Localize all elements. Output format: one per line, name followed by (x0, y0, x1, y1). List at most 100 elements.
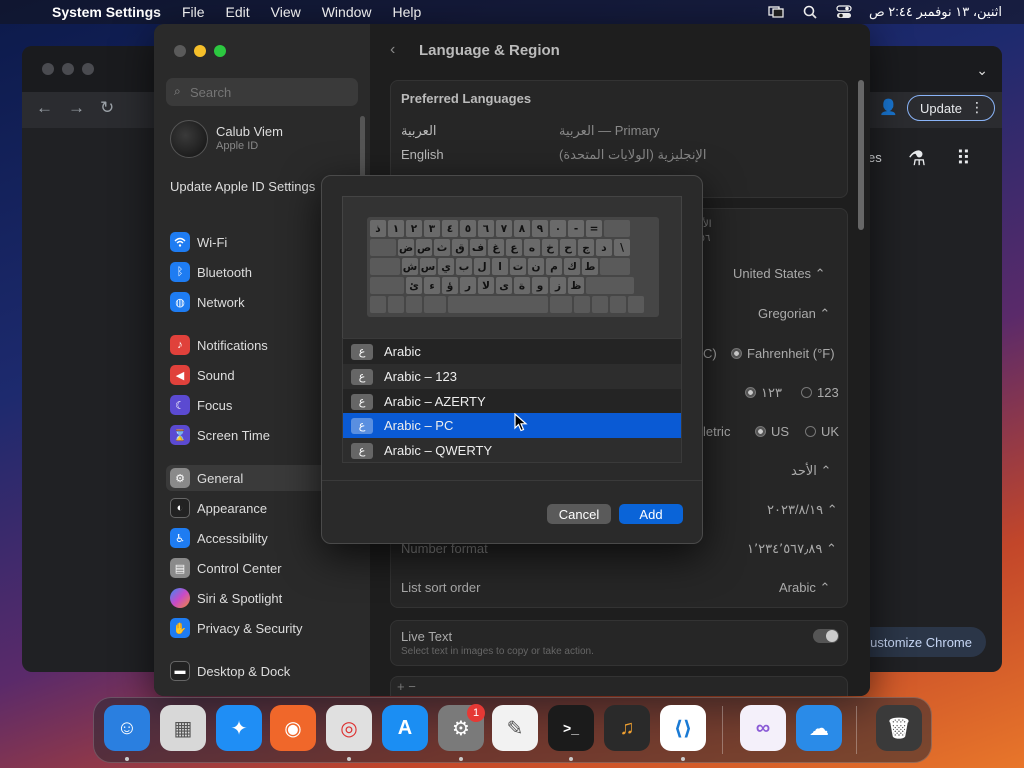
minimize-button[interactable] (194, 45, 206, 57)
list-item[interactable]: ع Arabic (343, 339, 681, 364)
content-scrollbar[interactable] (858, 80, 864, 230)
key: خ (542, 239, 558, 256)
weather-icon: ☁ (809, 717, 829, 740)
menu-view[interactable]: View (271, 4, 301, 20)
keyboard-row: ئ ء ؤ ر لا ى ة و ز ظ (370, 277, 656, 294)
more-options-icon[interactable]: ⋮ (970, 99, 984, 116)
dock: ☺ ▦ ✦ ◉ ◎ A ⚙ ✎ >_ ♫ ⟨⟩ ∞ ☁ 🗑 (93, 697, 932, 763)
add-button[interactable]: Add (619, 504, 683, 524)
sidebar-item-privacy-security[interactable]: ✋ Privacy & Security (166, 615, 358, 641)
control-center-icon[interactable] (835, 5, 853, 19)
notification-badge: 1 (467, 704, 485, 722)
forward-arrow-icon[interactable]: → (68, 98, 85, 118)
language-row[interactable]: العربية العربية — Primary (401, 123, 835, 139)
chrome-update-button[interactable]: Update ⋮ (907, 95, 995, 121)
list-item[interactable]: ع Arabic – AZERTY (343, 389, 681, 414)
fn-key (370, 296, 386, 313)
list-item-selected[interactable]: ع Arabic – PC (343, 413, 681, 438)
menu-clock[interactable]: اثنين، ١٣ نوفمبر ٢:٤٤ ص (869, 4, 1002, 20)
dock-app[interactable]: ▦ (160, 705, 206, 751)
numerals-latin-option[interactable]: 123 (801, 385, 839, 400)
apps-grid-icon[interactable]: ⠿ (956, 146, 971, 171)
close-button[interactable] (174, 45, 186, 57)
language-detail: الإنجليزية (الولايات المتحدة) (559, 147, 707, 162)
dock-app[interactable]: ✦ (216, 705, 262, 751)
numerals-arabic-option[interactable]: ١٢٣ (745, 385, 782, 401)
measurement-metric-option[interactable]: letric (703, 424, 730, 439)
key: ة (514, 277, 530, 294)
reload-icon[interactable]: ↻ (100, 98, 114, 118)
sidebar-item-siri-spotlight[interactable]: Siri & Spotlight (166, 585, 358, 611)
arabic-input-icon: ع (351, 393, 373, 410)
chrome-minimize-button[interactable] (62, 63, 74, 75)
flask-icon[interactable]: ⚗ (908, 146, 926, 171)
dock-app[interactable]: ∞ (740, 705, 786, 751)
input-source-list[interactable]: ع Arabic ع Arabic – 123 ع Arabic – AZERT… (342, 338, 682, 463)
cancel-button[interactable]: Cancel (547, 504, 611, 524)
live-text-label: Live Text (401, 629, 453, 644)
dock-app[interactable]: ☁ (796, 705, 842, 751)
language-row[interactable]: English الإنجليزية (الولايات المتحدة) (401, 147, 835, 162)
first-day-value[interactable]: الأحد ⌃ (791, 463, 831, 479)
search-input[interactable] (166, 78, 358, 106)
menu-file[interactable]: File (182, 4, 205, 20)
dock-app[interactable]: ◎ (326, 705, 372, 751)
key: ٢ (406, 220, 422, 237)
appearance-icon: ◐ (170, 498, 190, 518)
key: = (586, 220, 602, 237)
arabic-input-icon: ع (351, 417, 373, 434)
back-chevron-icon[interactable]: ‹ (390, 41, 395, 59)
dock-app[interactable]: ◉ (270, 705, 316, 751)
menu-window[interactable]: Window (322, 4, 372, 20)
chrome-close-button[interactable] (42, 63, 54, 75)
key: ٦ (478, 220, 494, 237)
zoom-button[interactable] (214, 45, 226, 57)
dock-app[interactable]: ☺ (104, 705, 150, 751)
arrow-updown-key (610, 296, 626, 313)
dock-app[interactable]: 🗑 (876, 705, 922, 751)
number-format-value[interactable]: ١٬٢٣٤٬٥٦٧٫٨٩ ⌃ (747, 541, 837, 557)
list-item[interactable]: ع Arabic – QWERTY (343, 438, 681, 462)
calendar-value[interactable]: Gregorian ⌃ (758, 306, 830, 322)
live-text-toggle[interactable] (813, 629, 839, 643)
key: ب (456, 258, 472, 275)
dock-app[interactable]: >_ (548, 705, 594, 751)
dock-app[interactable]: ⟨⟩ (660, 705, 706, 751)
trash-icon: 🗑 (886, 717, 912, 740)
chevron-down-icon[interactable]: ⌄ (976, 62, 988, 79)
measurement-uk-option[interactable]: UK (805, 424, 839, 439)
menu-edit[interactable]: Edit (226, 4, 250, 20)
chrome-zoom-button[interactable] (82, 63, 94, 75)
list-item[interactable]: ع Arabic – 123 (343, 364, 681, 389)
sidebar-item-desktop-dock[interactable]: ▬ Desktop & Dock (166, 658, 358, 684)
spotlight-icon[interactable] (801, 5, 819, 19)
key: ظ (568, 277, 584, 294)
sidebar-item-label: Privacy & Security (197, 620, 303, 636)
key: ش (402, 258, 418, 275)
key: لا (478, 277, 494, 294)
avatar (170, 120, 208, 158)
screen-mirroring-icon[interactable] (767, 5, 785, 19)
arabic-input-icon: ع (351, 442, 373, 459)
region-value[interactable]: United States ⌃ (733, 266, 826, 282)
measurement-us-option[interactable]: US (755, 424, 789, 439)
back-arrow-icon[interactable]: ← (36, 98, 53, 118)
date-format-value[interactable]: ٢٠٢٣/٨/١٩ ⌃ (767, 502, 838, 518)
sidebar-item-label: Control Center (197, 560, 282, 576)
apple-id-profile[interactable]: Calub Viem Apple ID (170, 118, 360, 162)
dock-app[interactable]: ♫ (604, 705, 650, 751)
temperature-fahrenheit-option[interactable]: Fahrenheit (°F) (731, 346, 835, 361)
sidebar-item-control-center[interactable]: ▤ Control Center (166, 555, 358, 581)
dock-app[interactable]: ✎ (492, 705, 538, 751)
temperature-celsius-option[interactable]: C) (703, 346, 717, 361)
sidebar-item-label: Wi-Fi (197, 234, 228, 250)
dock-app[interactable]: A (382, 705, 428, 751)
list-sort-order-value[interactable]: Arabic ⌃ (779, 580, 830, 596)
add-remove-buttons[interactable]: + − (397, 679, 416, 694)
menu-app-name[interactable]: System Settings (52, 4, 161, 20)
menu-help[interactable]: Help (393, 4, 422, 20)
profile-icon[interactable]: 👤 (879, 98, 898, 116)
mouse-pointer-icon (514, 413, 528, 432)
key: ٣ (424, 220, 440, 237)
key: ص (416, 239, 432, 256)
